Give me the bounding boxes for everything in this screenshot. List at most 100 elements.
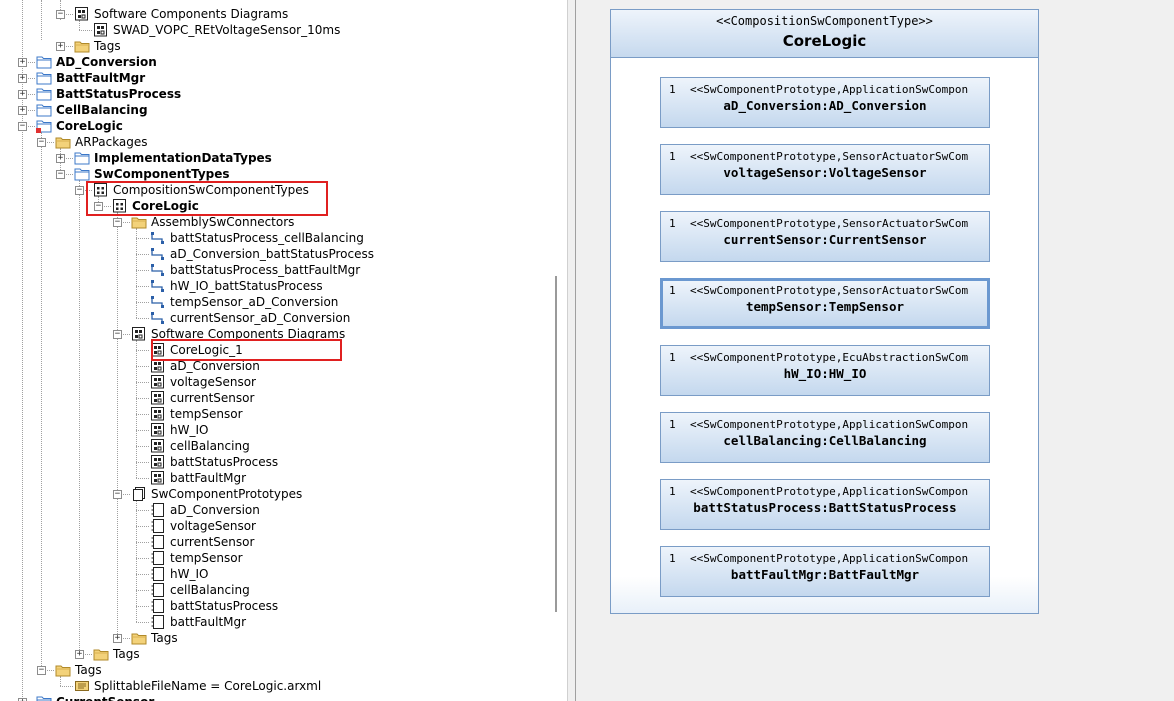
component-prototype-box[interactable]: 1 <<SwComponentPrototype,ApplicationSwCom… xyxy=(660,479,990,530)
expand-toggle[interactable]: + xyxy=(56,154,65,163)
component-prototype-box[interactable]: 1 <<SwComponentPrototype,SensorActuatorSw… xyxy=(660,211,990,262)
collapse-toggle[interactable]: − xyxy=(56,10,65,19)
collapse-toggle[interactable]: − xyxy=(18,122,27,131)
tree-node[interactable]: AssemblySwConnectors xyxy=(131,214,294,230)
tree-node[interactable]: battStatusProcess_cellBalancing xyxy=(150,230,364,246)
tree-node[interactable]: SWAD_VOPC_REtVoltageSensor_10ms xyxy=(93,22,340,38)
tree-node[interactable]: hW_IO xyxy=(150,566,208,582)
tree-node-label: BattFaultMgr xyxy=(56,71,146,85)
tree-node[interactable]: battStatusProcess xyxy=(150,598,278,614)
expand-toggle[interactable]: + xyxy=(56,42,65,51)
tree-node[interactable]: SwComponentTypes xyxy=(74,166,230,182)
collapse-toggle[interactable]: − xyxy=(113,490,122,499)
collapse-toggle[interactable]: − xyxy=(37,666,46,675)
collapse-toggle[interactable]: − xyxy=(113,218,122,227)
tree-node[interactable]: ARPackages xyxy=(55,134,148,150)
tree-node[interactable]: voltageSensor xyxy=(150,374,256,390)
tree-node[interactable]: cellBalancing xyxy=(150,438,250,454)
diagram-canvas[interactable]: <<CompositionSwComponentType>> CoreLogic… xyxy=(576,0,1174,701)
tree-hline xyxy=(136,318,149,319)
tree-node[interactable]: tempSensor xyxy=(150,550,243,566)
connector-icon xyxy=(150,311,166,325)
collapse-toggle[interactable]: − xyxy=(56,170,65,179)
tree-node[interactable]: BattStatusProcess xyxy=(36,86,181,102)
tree-node[interactable]: Tags xyxy=(131,630,178,646)
expand-toggle[interactable]: + xyxy=(75,650,84,659)
tree-hline xyxy=(136,478,149,479)
tree-node[interactable]: battStatusProcess_battFaultMgr xyxy=(150,262,360,278)
diagram-icon xyxy=(150,391,166,405)
prototype-multiplicity: 1 xyxy=(669,83,676,96)
tree-node-label: currentSensor xyxy=(170,535,255,549)
tree-node[interactable]: aD_Conversion_battStatusProcess xyxy=(150,246,374,262)
tree-node-label: CellBalancing xyxy=(56,103,148,117)
prototype-name: battStatusProcess:BattStatusProcess xyxy=(693,500,957,515)
diagram-icon xyxy=(150,375,166,389)
tree-node[interactable]: SplittableFileName = CoreLogic.arxml xyxy=(74,678,321,694)
tree-node-label: voltageSensor xyxy=(170,519,256,533)
collapse-toggle[interactable]: − xyxy=(113,330,122,339)
expand-toggle[interactable]: + xyxy=(113,634,122,643)
tree-node[interactable]: Tags xyxy=(74,38,121,54)
component-prototype-box[interactable]: 1 <<SwComponentPrototype,EcuAbstractionSw… xyxy=(660,345,990,396)
tree-hline xyxy=(136,558,149,559)
tree-node[interactable]: battFaultMgr xyxy=(150,614,246,630)
tree-node[interactable]: battStatusProcess xyxy=(150,454,278,470)
tree-node[interactable]: Tags xyxy=(55,662,102,678)
expand-toggle[interactable]: + xyxy=(18,58,27,67)
tree-node[interactable]: CurrentSensor xyxy=(36,694,154,701)
prototype-icon xyxy=(150,519,166,533)
component-prototype-box[interactable]: 1 <<SwComponentPrototype,ApplicationSwCom… xyxy=(660,412,990,463)
tree-node[interactable]: tempSensor_aD_Conversion xyxy=(150,294,338,310)
tree-node-label: SwComponentPrototypes xyxy=(151,487,303,501)
tree-node[interactable]: CoreLogic xyxy=(36,118,123,134)
tags-folder-icon xyxy=(93,647,109,661)
component-prototype-box[interactable]: 1 <<SwComponentPrototype,ApplicationSwCom… xyxy=(660,546,990,597)
tree-scrollbar[interactable] xyxy=(549,0,566,701)
composition-component-box[interactable]: <<CompositionSwComponentType>> CoreLogic… xyxy=(610,9,1039,614)
tree-node[interactable]: aD_Conversion xyxy=(150,502,260,518)
tree-node[interactable]: CellBalancing xyxy=(36,102,148,118)
tree-node[interactable]: Software Components Diagrams xyxy=(74,6,288,22)
tree-hline xyxy=(136,606,149,607)
tree-node[interactable]: SwComponentPrototypes xyxy=(131,486,302,502)
tree-hline xyxy=(136,398,149,399)
tree-node-label: aD_Conversion xyxy=(170,503,260,517)
tree-node[interactable]: hW_IO xyxy=(150,422,208,438)
expand-toggle[interactable]: + xyxy=(18,106,27,115)
tree-hline xyxy=(136,590,149,591)
tree-node-label: cellBalancing xyxy=(170,439,250,453)
diagram-icon xyxy=(150,439,166,453)
diagram-icon xyxy=(150,471,166,485)
tree-node[interactable]: cellBalancing xyxy=(150,582,250,598)
collapse-toggle[interactable]: − xyxy=(75,186,84,195)
expand-toggle[interactable]: + xyxy=(18,90,27,99)
tree-node[interactable]: voltageSensor xyxy=(150,518,256,534)
tree-vline xyxy=(136,228,137,318)
package-folder-icon xyxy=(74,151,90,165)
prototype-name: aD_Conversion:AD_Conversion xyxy=(723,98,927,113)
component-prototype-box[interactable]: 1 <<SwComponentPrototype,SensorActuatorSw… xyxy=(660,144,990,195)
tree-node[interactable]: currentSensor xyxy=(150,534,254,550)
component-prototype-box[interactable]: 1 <<SwComponentPrototype,SensorActuatorSw… xyxy=(660,278,990,329)
panel-splitter[interactable] xyxy=(567,0,576,701)
collapse-toggle[interactable]: − xyxy=(37,138,46,147)
tree-node[interactable]: currentSensor_aD_Conversion xyxy=(150,310,350,326)
tree-node[interactable]: battFaultMgr xyxy=(150,470,246,486)
prototype-stereotype: <<SwComponentPrototype,ApplicationSwComp… xyxy=(690,418,969,431)
package-folder-icon xyxy=(36,71,52,85)
tree-hline xyxy=(136,574,149,575)
project-tree-panel[interactable]: Software Components Diagrams − SWAD_VOPC_R… xyxy=(0,0,567,701)
tree-node[interactable]: hW_IO_battStatusProcess xyxy=(150,278,323,294)
tree-node[interactable]: BattFaultMgr xyxy=(36,70,145,86)
component-prototype-box[interactable]: 1 <<SwComponentPrototype,ApplicationSwCom… xyxy=(660,77,990,128)
tree-node[interactable]: AD_Conversion xyxy=(36,54,157,70)
tree-node[interactable]: currentSensor xyxy=(150,390,254,406)
tree-scrollbar-thumb[interactable] xyxy=(555,276,557,612)
expand-toggle[interactable]: + xyxy=(18,74,27,83)
tree-node[interactable]: Tags xyxy=(93,646,140,662)
tree-hline xyxy=(136,382,149,383)
tree-node[interactable]: tempSensor xyxy=(150,406,243,422)
tree-node[interactable]: ImplementationDataTypes xyxy=(74,150,272,166)
tree-hline xyxy=(136,286,149,287)
